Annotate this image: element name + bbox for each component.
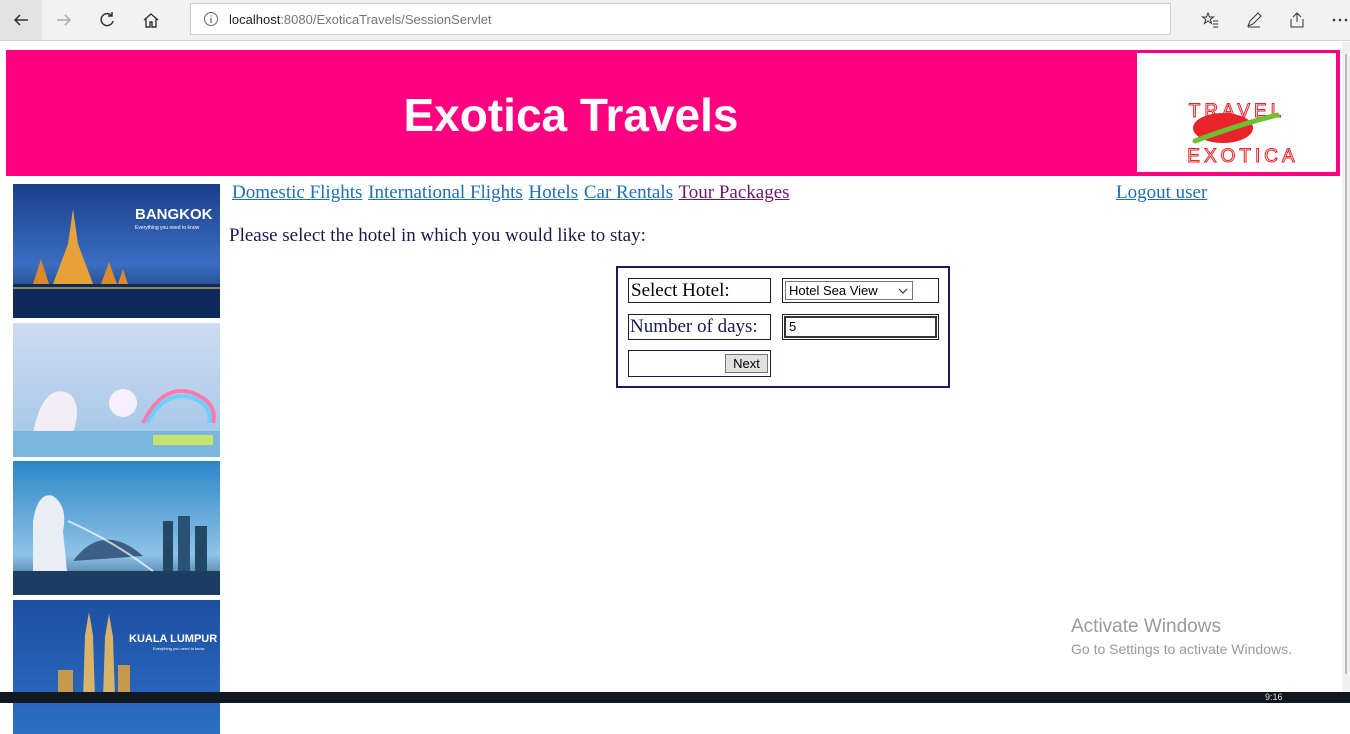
watermark-title: Activate Windows — [1071, 616, 1221, 637]
svg-text:EXOTICA: EXOTICA — [1187, 146, 1298, 167]
main-nav: Domestic Flights International Flights H… — [232, 182, 791, 204]
nav-hotels[interactable]: Hotels — [529, 182, 579, 203]
more-button[interactable] — [1320, 0, 1350, 40]
hotel-select-cell: Hotel Sea View — [782, 278, 939, 303]
hotel-select[interactable]: Hotel Sea View — [785, 281, 913, 300]
favorites-button[interactable] — [1190, 0, 1230, 40]
arrow-right-icon — [57, 14, 72, 26]
svg-text:Everything you need to know: Everything you need to know — [153, 646, 204, 651]
hotel-select-value: Hotel Sea View — [789, 283, 878, 298]
destination-image-kuala-lumpur: KUALA LUMPUR Everything you need to know — [13, 600, 220, 734]
hotel-form: Select Hotel: Hotel Sea View Number of d… — [616, 266, 950, 388]
address-bar[interactable]: localhost:8080/ExoticaTravels/SessionSer… — [190, 3, 1171, 35]
notes-button[interactable] — [1234, 0, 1274, 40]
days-input-cell: 5 — [782, 314, 939, 340]
days-label: Number of days: — [628, 314, 771, 340]
watermark-subtitle: Go to Settings to activate Windows. — [1071, 641, 1292, 657]
pen-icon — [1247, 12, 1262, 28]
destination-image-bangkok: BANGKOK Everything you need to know — [13, 184, 220, 318]
svg-text:BANGKOK: BANGKOK — [135, 206, 213, 223]
site-banner: Exotica Travels TRAVEL EXOTICA — [6, 50, 1340, 176]
nav-domestic-flights[interactable]: Domestic Flights — [232, 182, 362, 203]
chevron-down-icon — [898, 288, 908, 294]
page-scrollbar[interactable] — [1342, 42, 1350, 692]
reload-icon — [100, 12, 114, 27]
destination-image-singapore — [13, 461, 220, 595]
favorites-star-icon — [1201, 11, 1218, 28]
back-button[interactable] — [0, 0, 42, 40]
scrollbar-thumb[interactable] — [1345, 54, 1347, 674]
home-icon — [143, 13, 159, 28]
forward-button[interactable] — [43, 0, 85, 40]
arrow-left-icon — [13, 14, 28, 26]
activation-watermark: Activate Windows Go to Settings to activ… — [1071, 616, 1292, 657]
destination-image-water-park — [13, 323, 220, 457]
days-input[interactable]: 5 — [784, 316, 937, 338]
travel-exotica-logo: TRAVEL EXOTICA — [1187, 101, 1298, 168]
share-button[interactable] — [1277, 0, 1317, 40]
svg-text:Everything you need to know: Everything you need to know — [135, 225, 200, 231]
site-title: Exotica Travels — [403, 89, 739, 141]
taskbar-clock: 9:16 — [1265, 692, 1283, 702]
next-button-cell: Next — [628, 350, 771, 377]
reload-button[interactable] — [86, 0, 128, 40]
svg-text:KUALA LUMPUR: KUALA LUMPUR — [129, 633, 217, 645]
url-text: localhost:8080/ExoticaTravels/SessionSer… — [229, 11, 492, 27]
next-button[interactable]: Next — [725, 354, 768, 373]
share-icon — [1290, 12, 1304, 28]
browser-toolbar: localhost:8080/ExoticaTravels/SessionSer… — [0, 0, 1350, 41]
hotel-label: Select Hotel: — [628, 278, 771, 303]
site-logo: TRAVEL EXOTICA — [1137, 53, 1336, 172]
nav-international-flights[interactable]: International Flights — [368, 182, 523, 203]
nav-car-rentals[interactable]: Car Rentals — [584, 182, 673, 203]
info-icon[interactable] — [203, 11, 219, 27]
more-dots-icon — [1332, 18, 1348, 22]
logout-link[interactable]: Logout user — [1116, 182, 1207, 204]
hotel-prompt: Please select the hotel in which you wou… — [229, 225, 646, 246]
taskbar: 9:16 — [0, 692, 1350, 703]
nav-tour-packages[interactable]: Tour Packages — [678, 182, 789, 203]
home-button[interactable] — [130, 0, 172, 40]
